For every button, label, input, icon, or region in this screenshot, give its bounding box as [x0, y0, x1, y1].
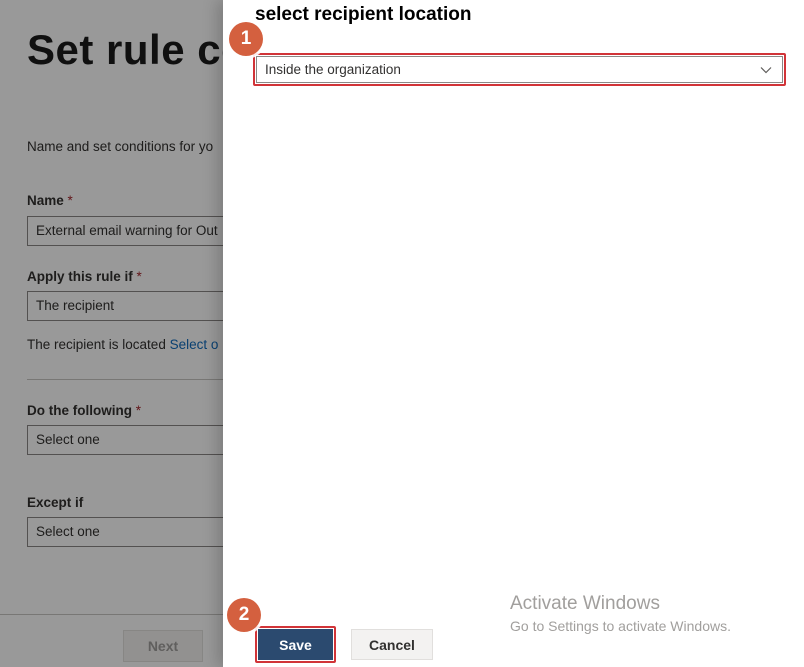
- dropdown-value: Inside the organization: [265, 62, 401, 77]
- step-badge-2: 2: [227, 598, 261, 632]
- activate-windows-subtitle: Go to Settings to activate Windows.: [510, 618, 731, 634]
- recipient-location-dropdown[interactable]: Inside the organization: [256, 56, 783, 83]
- cancel-button[interactable]: Cancel: [351, 629, 433, 660]
- chevron-down-icon: [760, 67, 772, 74]
- panel-title: select recipient location: [255, 4, 472, 25]
- step-badge-1: 1: [229, 22, 263, 56]
- activate-windows-title: Activate Windows: [510, 593, 660, 614]
- select-location-panel: select recipient location Inside the org…: [223, 0, 804, 667]
- save-button[interactable]: Save: [258, 629, 333, 660]
